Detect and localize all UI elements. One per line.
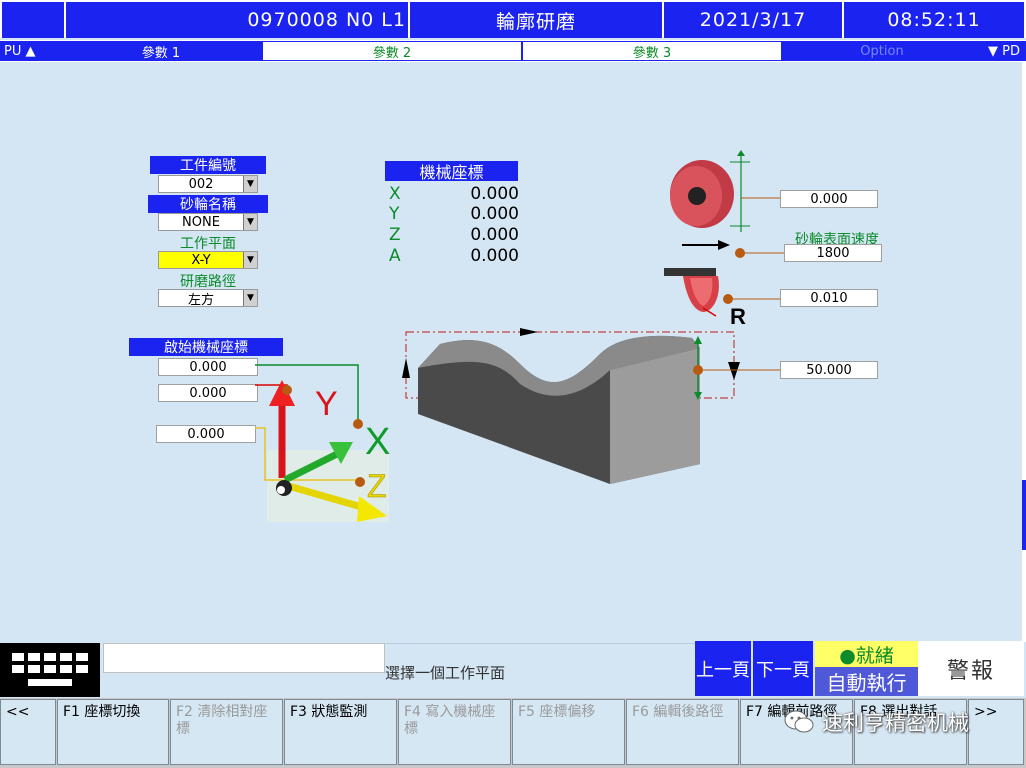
alarm-button[interactable]: 警報 (918, 641, 1024, 696)
depth-anchor-dot (693, 365, 703, 375)
z-anchor-dot (355, 477, 365, 487)
dropdown-arrow-icon[interactable]: ▼ (243, 214, 257, 230)
tab-option[interactable]: Option (782, 41, 982, 61)
fkey-prev[interactable]: << (0, 699, 56, 765)
input-line[interactable] (103, 643, 385, 673)
wechat-icon (784, 710, 814, 733)
auto-run-indicator: 自動執行 (815, 667, 918, 696)
program-number: 0970008 N0 L1 (66, 2, 408, 38)
page-down-button[interactable]: ▼ PD (982, 41, 1026, 61)
tab-param-2[interactable]: 參數 2 (262, 41, 522, 61)
fkey-f4-write-machine-coord[interactable]: F4 寫入機械座標 (398, 699, 511, 765)
watermark: 速利亨精密机械 (784, 700, 1024, 744)
page-title: 輪廓研磨 (410, 2, 662, 38)
title-bar: 0970008 N0 L1 輪廓研磨 2021/3/17 08:52:11 (0, 0, 1026, 38)
x-anchor-dot (353, 419, 363, 429)
next-page-button[interactable]: 下一頁 (753, 641, 813, 696)
tool-holder (664, 268, 716, 276)
x-leader-line (255, 364, 359, 420)
fkey-f1-coord-switch[interactable]: F1 座標切換 (57, 699, 169, 765)
axis-z-letter: Z (367, 468, 387, 504)
start-x-field[interactable]: 0.000 (158, 358, 258, 376)
path-arrow-up-icon (402, 358, 410, 378)
start-y-field[interactable]: 0.000 (158, 384, 258, 402)
fkey-f3-status-monitor[interactable]: F3 狀態監測 (284, 699, 397, 765)
tab-param-3[interactable]: 參數 3 (522, 41, 782, 61)
workpiece-side-face (610, 348, 700, 484)
keyboard-icon (12, 653, 88, 686)
header-blank-cell (2, 2, 64, 38)
wheel-name-label: 砂輪名稱 (148, 195, 268, 213)
parameter-tab-bar: PU ▲ 參數 1 參數 2 參數 3 Option ▼ PD (0, 40, 1026, 62)
path-arrow-right-icon (520, 328, 538, 336)
fkey-f5-coord-offset[interactable]: F5 座標偏移 (512, 699, 625, 765)
dropdown-arrow-icon[interactable]: ▼ (243, 176, 257, 192)
scroll-track (1022, 62, 1026, 642)
path-arrow-down-icon (728, 362, 740, 380)
dropdown-arrow-icon[interactable]: ▼ (243, 290, 257, 306)
page-up-button[interactable]: PU ▲ (0, 41, 60, 61)
grinding-wheel-hub (688, 187, 706, 205)
time-display: 08:52:11 (844, 2, 1024, 38)
prev-page-button[interactable]: 上一頁 (695, 641, 751, 696)
surface-speed-field[interactable]: 1800 (784, 244, 882, 262)
workpiece-no-select[interactable]: 002 ▼ (158, 175, 258, 193)
fkey-f6-edit-after-path[interactable]: F6 編輯後路徑 (626, 699, 739, 765)
depth-field[interactable]: 50.000 (780, 361, 878, 379)
prompt-message: 選擇一個工作平面 (385, 664, 506, 682)
speed-arrow-icon (718, 240, 730, 250)
radius-field[interactable]: 0.010 (780, 289, 878, 307)
axis-x-letter: X (365, 421, 390, 463)
work-plane-value: X-Y (191, 252, 211, 268)
message-area: 選擇一個工作平面 (385, 643, 695, 697)
radius-anchor-dot (723, 294, 733, 304)
axis-y-letter: Y (315, 385, 338, 423)
y-anchor-dot (282, 385, 292, 395)
radius-letter: R (730, 304, 746, 329)
y-arrow-head (269, 380, 295, 406)
wheel-dim-arrow-icon (737, 150, 745, 156)
start-z-field[interactable]: 0.000 (156, 425, 256, 443)
status-ready-indicator: ●就緒 (815, 641, 918, 667)
wheel-offset-field[interactable]: 0.000 (780, 190, 878, 208)
wheel-name-value: NONE (182, 214, 220, 230)
grind-path-select[interactable]: 左方 ▼ (158, 289, 258, 308)
scroll-thumb[interactable] (1022, 480, 1026, 550)
workpiece-no-value: 002 (188, 176, 214, 192)
fkey-f2-clear-relative[interactable]: F2 清除相對座標 (170, 699, 283, 765)
keyboard-button[interactable] (0, 643, 100, 697)
dropdown-arrow-icon[interactable]: ▼ (243, 252, 257, 268)
work-plane-label: 工作平面 (180, 236, 236, 252)
origin-highlight (277, 486, 285, 494)
watermark-text: 速利亨精密机械 (822, 711, 969, 735)
axis-diagram: Y X Z (255, 364, 390, 522)
date-display: 2021/3/17 (664, 2, 842, 38)
workpiece-no-label: 工件編號 (150, 156, 266, 174)
wheel-name-select[interactable]: NONE ▼ (158, 213, 258, 231)
speed-anchor-dot (735, 248, 745, 258)
tab-param-1[interactable]: 參數 1 (60, 41, 262, 61)
depth-arrow-top-icon (694, 336, 702, 344)
grind-path-value: 左方 (187, 292, 214, 308)
work-plane-select[interactable]: X-Y ▼ (158, 251, 258, 269)
